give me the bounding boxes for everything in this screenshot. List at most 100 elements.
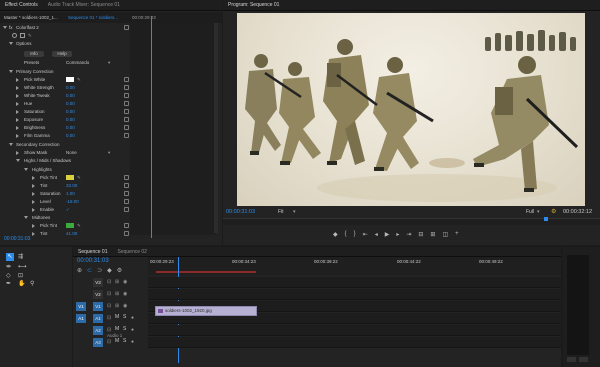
reset-icon[interactable] — [124, 191, 129, 196]
go-to-out-icon[interactable]: ⇥ — [406, 231, 411, 241]
highlights-row[interactable]: Highlights — [0, 166, 218, 173]
reset-icon[interactable] — [124, 25, 129, 30]
param-row[interactable]: White Strength 0.00 — [0, 84, 218, 91]
sync-lock-icon[interactable]: ⊞ — [115, 291, 119, 297]
track-target[interactable]: V1 — [93, 302, 103, 311]
track-target[interactable]: A2 — [93, 326, 103, 335]
solo-button[interactable]: S — [123, 314, 126, 320]
voiceover-icon[interactable]: ● — [131, 339, 134, 345]
expand-icon[interactable] — [32, 199, 35, 204]
param-row[interactable]: Hue 0.00 — [0, 100, 218, 107]
source-patch[interactable]: V1 — [76, 302, 86, 311]
expand-icon[interactable] — [16, 93, 19, 98]
add-marker-icon[interactable]: ◆ — [107, 267, 112, 274]
pen-tool-icon[interactable]: ✒ — [6, 280, 11, 287]
quality-select[interactable]: Full — [526, 209, 534, 215]
help-button[interactable]: Help — [52, 51, 72, 57]
param-row[interactable]: Saturation 1.00 — [0, 190, 218, 197]
zoom-tool-icon[interactable]: ⚲ — [30, 280, 34, 287]
param-row[interactable]: Pick Tint ✎ — [0, 222, 218, 229]
lock-icon[interactable]: ⊡ — [107, 291, 111, 297]
eye-icon[interactable]: ◉ — [123, 303, 127, 309]
solo-button[interactable]: S — [123, 326, 126, 332]
reset-icon[interactable] — [124, 125, 129, 130]
param-value[interactable]: 0.00 — [66, 132, 75, 139]
ec-current-time[interactable]: 00:00:31:03 — [4, 236, 30, 242]
param-row[interactable]: Tint 33.00 — [0, 182, 218, 189]
param-value[interactable]: 33.00 — [66, 182, 77, 189]
expand-icon[interactable] — [16, 125, 19, 130]
lock-icon[interactable]: ⊡ — [107, 303, 111, 309]
timeline-ruler[interactable]: 00:00:29:23 00:00:34:23 00:00:39:22 00:0… — [148, 257, 561, 275]
ellipse-mask-icon[interactable] — [12, 33, 17, 38]
collapse-icon[interactable] — [3, 26, 7, 29]
chevron-down-icon[interactable]: ▾ — [108, 149, 110, 156]
lock-icon[interactable]: ⊡ — [107, 339, 111, 345]
expand-icon[interactable] — [32, 231, 35, 236]
rolling-edit-tool-icon[interactable]: ⟷ — [18, 263, 27, 270]
color-swatch[interactable] — [66, 223, 74, 228]
param-value[interactable]: 41.00 — [66, 230, 77, 237]
wrench-icon[interactable]: ⚙ — [551, 208, 556, 215]
mark-out-icon[interactable]: } — [354, 231, 356, 241]
track-target[interactable]: A3 — [93, 338, 103, 347]
track-target[interactable]: V2 — [93, 290, 103, 299]
param-row[interactable]: Level -18.00 — [0, 198, 218, 205]
color-swatch[interactable] — [66, 77, 74, 82]
razor-tool-icon[interactable]: ◇ — [6, 272, 11, 279]
color-swatch[interactable] — [66, 175, 74, 180]
hms-row[interactable]: Highs / Mids / Shadows — [0, 157, 218, 164]
lift-icon[interactable]: ⊟ — [418, 231, 423, 241]
program-playhead[interactable] — [544, 217, 548, 221]
expand-icon[interactable] — [32, 207, 35, 212]
eye-icon[interactable]: ◉ — [123, 291, 127, 297]
voiceover-icon[interactable]: ● — [131, 327, 134, 333]
reset-icon[interactable] — [124, 207, 129, 212]
sync-lock-icon[interactable]: ⊞ — [115, 279, 119, 285]
sequence-clip-label[interactable]: Sequence 01 * soldiers... — [68, 12, 118, 23]
reset-icon[interactable] — [124, 117, 129, 122]
reset-icon[interactable] — [124, 77, 129, 82]
step-back-icon[interactable]: ◂ — [375, 231, 378, 241]
primary-correction-row[interactable]: Primary Correction — [0, 68, 218, 75]
track-lane[interactable] — [148, 277, 561, 288]
timeline-timecode[interactable]: 00:00:31:03 — [77, 258, 109, 264]
chevron-down-icon[interactable]: ▾ — [108, 59, 110, 66]
tab-sequence-01[interactable]: Sequence 01 — [73, 247, 112, 257]
reset-icon[interactable] — [124, 175, 129, 180]
selection-tool-icon[interactable]: ↖ — [6, 253, 14, 261]
collapse-icon[interactable] — [24, 168, 28, 171]
eyedropper-icon[interactable]: ✎ — [77, 174, 81, 181]
tab-effect-controls[interactable]: Effect Controls — [0, 0, 43, 11]
show-mask-select[interactable]: None — [66, 149, 77, 156]
expand-icon[interactable] — [32, 175, 35, 180]
collapse-icon[interactable] — [9, 143, 13, 146]
expand-icon[interactable] — [32, 223, 35, 228]
voiceover-icon[interactable]: ● — [131, 315, 134, 321]
mute-button[interactable]: M — [115, 338, 119, 344]
zoom-select[interactable]: Fit — [278, 209, 284, 215]
expand-icon[interactable] — [16, 150, 19, 155]
tab-audio-track-mixer[interactable]: Audio Track Mixer: Sequence 01 — [43, 0, 125, 11]
reset-icon[interactable] — [124, 199, 129, 204]
button-editor-icon[interactable]: + — [455, 231, 459, 241]
collapse-icon[interactable] — [9, 70, 13, 73]
reset-icon[interactable] — [124, 85, 129, 90]
add-marker-icon[interactable]: ◆ — [333, 231, 338, 241]
mute-button[interactable]: M — [115, 326, 119, 332]
rect-mask-icon[interactable] — [20, 33, 25, 38]
expand-icon[interactable] — [16, 133, 19, 138]
expand-icon[interactable] — [16, 109, 19, 114]
expand-icon[interactable] — [16, 101, 19, 106]
track-lane[interactable] — [148, 289, 561, 300]
tab-sequence-02[interactable]: Sequence 02 — [112, 247, 151, 257]
param-value[interactable]: ✓ — [66, 206, 70, 213]
reset-icon[interactable] — [124, 183, 129, 188]
eyedropper-icon[interactable]: ✎ — [77, 222, 81, 229]
ripple-edit-tool-icon[interactable]: ⇹ — [6, 263, 11, 270]
extract-icon[interactable]: ⊞ — [430, 231, 435, 241]
presets-select[interactable]: Commando — [66, 59, 89, 66]
track-select-tool-icon[interactable]: ⇶ — [18, 253, 23, 260]
sync-lock-icon[interactable]: ⊞ — [115, 303, 119, 309]
expand-icon[interactable] — [32, 191, 35, 196]
